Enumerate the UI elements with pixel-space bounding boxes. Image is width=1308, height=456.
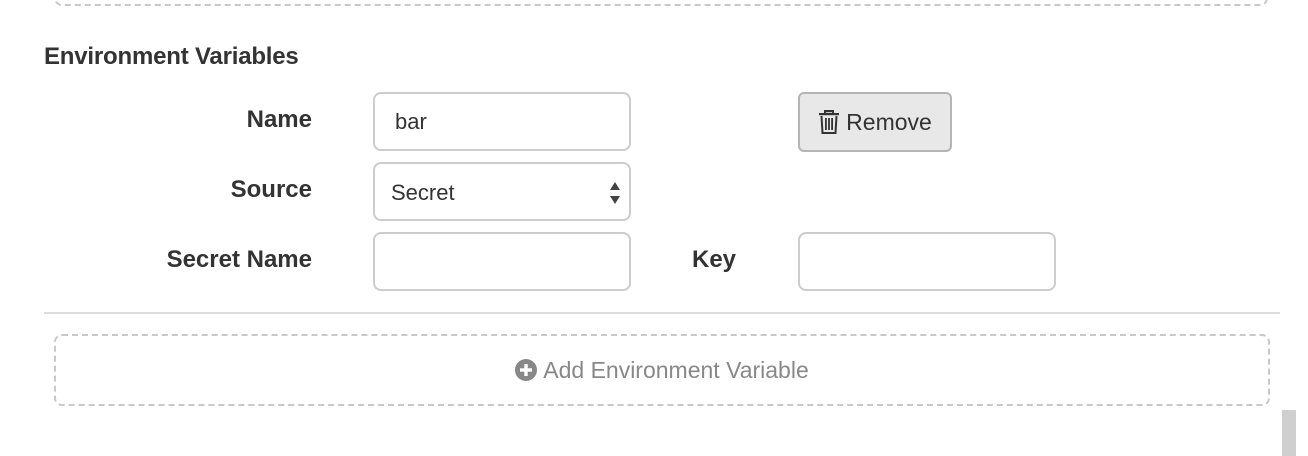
- env-var-name-row: Name Remove: [0, 92, 1308, 152]
- source-select-value: Secret: [391, 180, 455, 205]
- env-var-secret-row: Secret Name Key: [0, 232, 1308, 292]
- secret-name-input[interactable]: [373, 232, 631, 291]
- remove-button-label: Remove: [846, 108, 932, 135]
- key-input[interactable]: [798, 232, 1056, 291]
- trash-icon: [818, 109, 840, 135]
- remove-button[interactable]: Remove: [798, 92, 952, 152]
- add-environment-variable-label: Add Environment Variable: [543, 356, 809, 383]
- divider: [44, 312, 1280, 314]
- source-select[interactable]: Secret: [373, 162, 631, 221]
- key-label: Key: [692, 246, 737, 273]
- name-label: Name: [246, 106, 312, 133]
- scrollbar[interactable]: [1282, 410, 1296, 456]
- plus-circle-icon: [515, 359, 538, 381]
- env-var-source-row: Source Secret: [0, 162, 1308, 222]
- name-input[interactable]: [373, 92, 631, 151]
- source-label: Source: [230, 176, 312, 203]
- select-arrows-icon: [609, 179, 621, 207]
- section-title: Environment Variables: [44, 43, 299, 70]
- previous-section-box: [54, 0, 1268, 6]
- add-environment-variable-button[interactable]: Add Environment Variable: [54, 334, 1270, 406]
- secret-name-label: Secret Name: [166, 246, 312, 273]
- page: Environment Variables Name Remove: [0, 0, 1308, 456]
